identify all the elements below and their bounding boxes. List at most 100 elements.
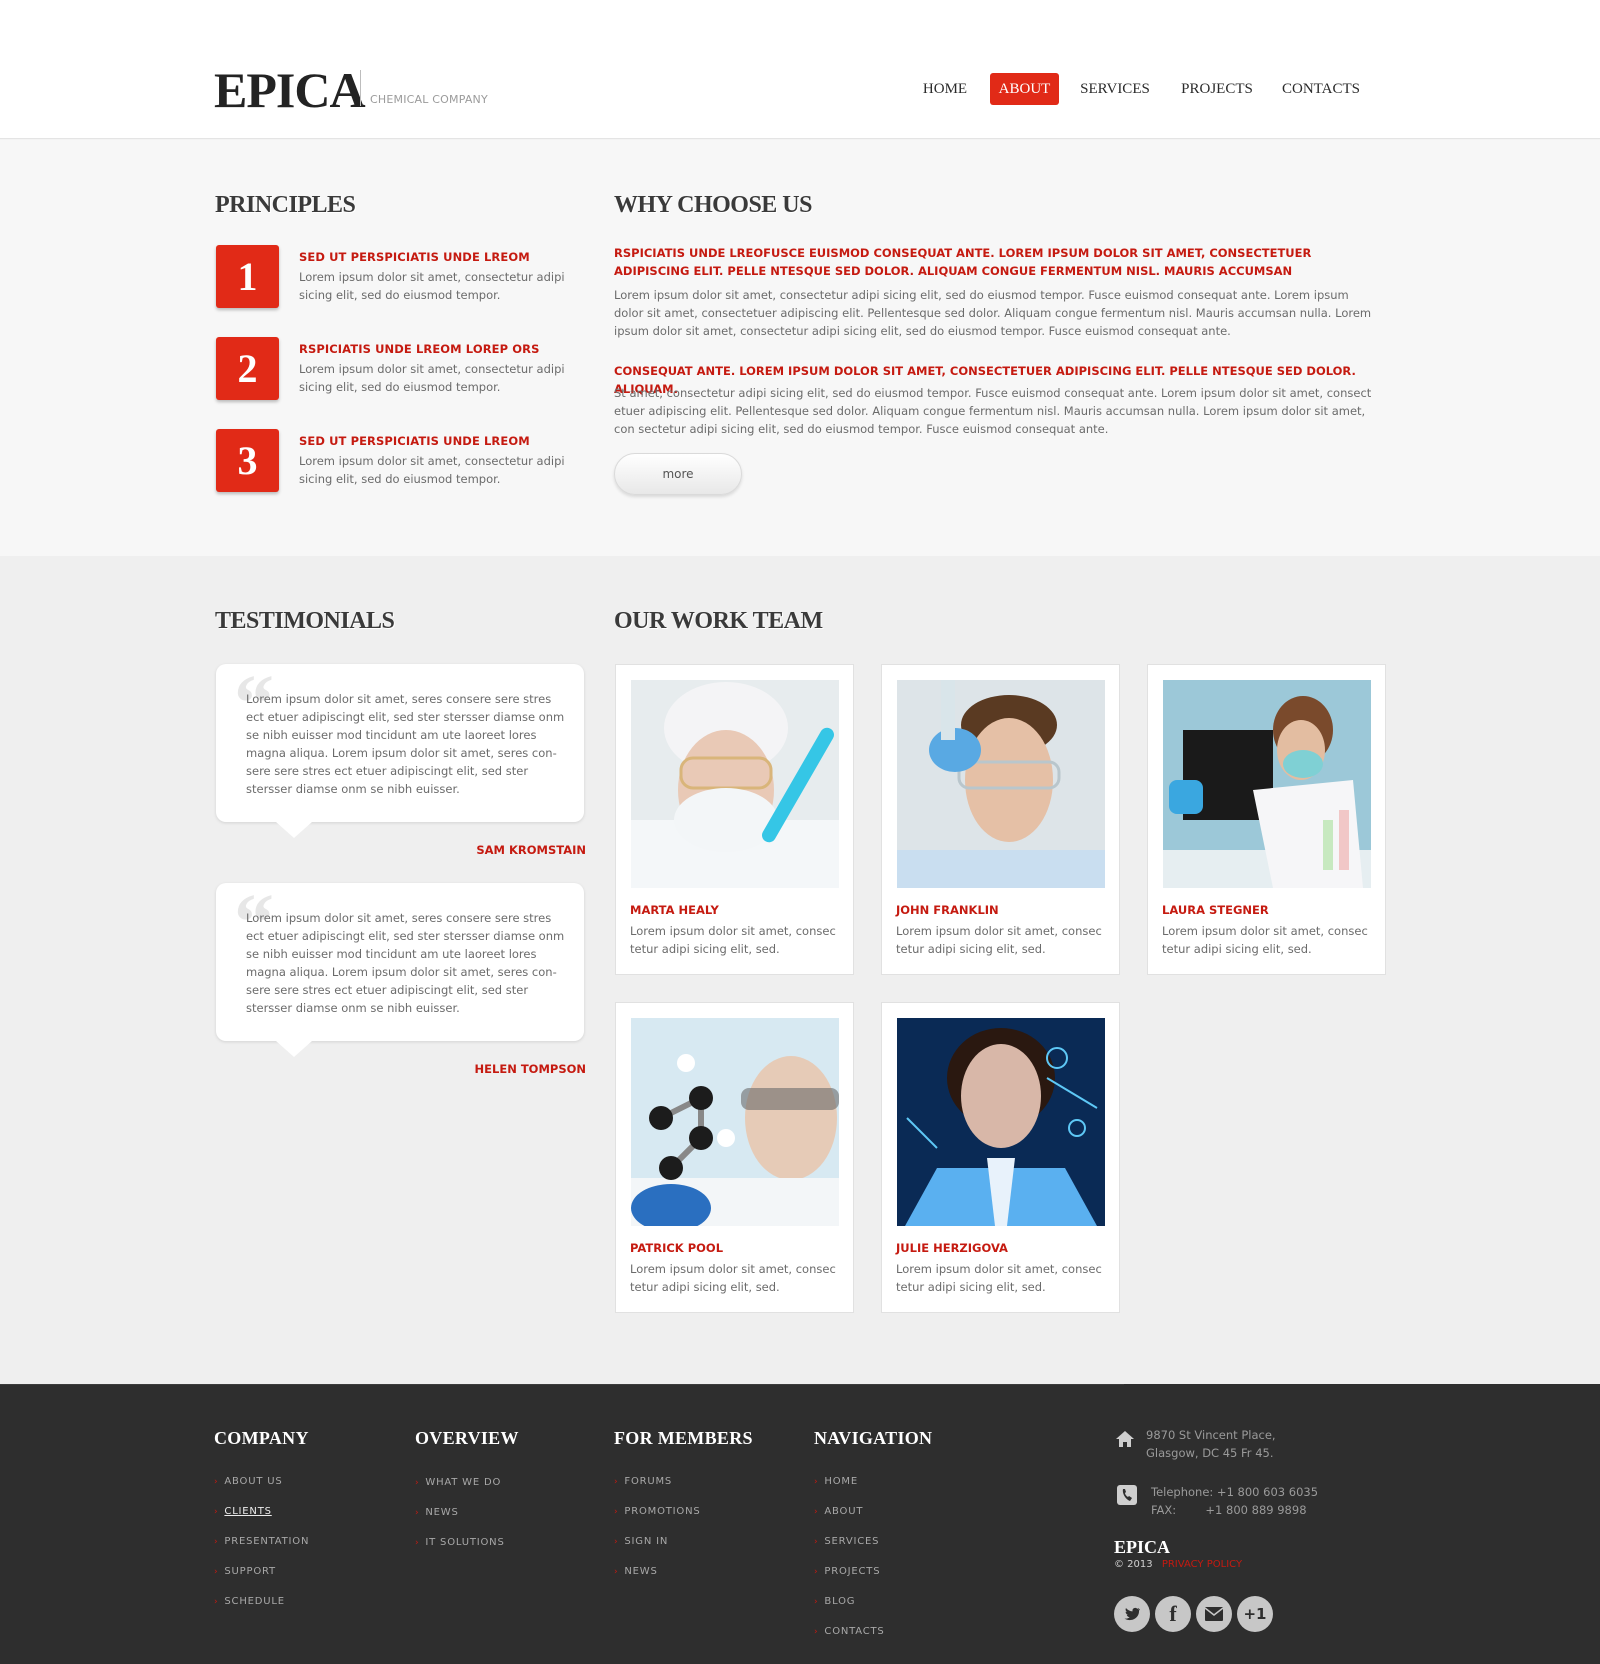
bubble-tail [276,1041,312,1057]
work-team-heading: OUR WORK TEAM [614,608,823,634]
chevron-right-icon: › [214,1567,219,1577]
team-card: JOHN FRANKLIN Lorem ipsum dolor sit amet… [881,664,1120,975]
member-text: Lorem ipsum dolor sit amet, consec tetur… [630,924,836,956]
member-name[interactable]: PATRICK POOL [630,1241,723,1255]
nav-about[interactable]: ABOUT [990,73,1059,105]
principle-item: 1 SED UT PERSPICIATIS UNDE LREOM Lorem i… [216,245,576,315]
chevron-right-icon: › [415,1508,420,1518]
footer-overview-heading: OVERVIEW [415,1428,519,1448]
team-photo[interactable] [1163,680,1371,888]
facebook-icon[interactable]: f [1155,1596,1191,1632]
footer-link-members-news[interactable]: › NEWS [614,1566,658,1577]
member-text: Lorem ipsum dolor sit amet, consec tetur… [896,1262,1102,1294]
header: EPICA CHEMICAL COMPANY HOME ABOUT SERVIC… [0,0,1600,139]
why-highlight-1: RSPICIATIS UNDE LREOFUSCE EUISMOD CONSEQ… [614,246,1312,278]
chevron-right-icon: › [614,1567,619,1577]
member-name[interactable]: JOHN FRANKLIN [896,903,999,917]
principles-heading: PRINCIPLES [215,192,356,218]
member-name[interactable]: JULIE HERZIGOVA [896,1241,1008,1255]
main-nav: HOME ABOUT SERVICES PROJECTS CONTACTS [0,73,1600,105]
chevron-right-icon: › [214,1507,219,1517]
footer-members-heading: FOR MEMBERS [614,1428,753,1448]
team-photo[interactable] [631,1018,839,1226]
team-photo[interactable] [897,680,1105,888]
chevron-right-icon: › [814,1507,819,1517]
principle-item: 2 RSPICIATIS UNDE LREOM LOREP ORS Lorem … [216,337,576,407]
privacy-policy-link[interactable]: PRIVACY POLICY [1162,1559,1242,1570]
chevron-right-icon: › [814,1627,819,1637]
home-icon [1116,1431,1134,1447]
footer-link-clients[interactable]: › CLIENTS [214,1506,272,1517]
footer-company-heading: COMPANY [214,1428,309,1448]
footer-link-promotions[interactable]: › PROMOTIONS [614,1506,701,1517]
chevron-right-icon: › [214,1537,219,1547]
principle-title[interactable]: SED UT PERSPICIATIS UNDE LREOM [299,250,530,264]
copyright: © 2013 PRIVACY POLICY [1114,1559,1242,1570]
principle-title[interactable]: RSPICIATIS UNDE LREOM LOREP ORS [299,342,539,356]
footer-link-blog[interactable]: › BLOG [814,1596,855,1607]
footer-link-services[interactable]: › SERVICES [814,1536,879,1547]
principle-text: Lorem ipsum dolor sit amet, consectetur … [299,362,565,394]
footer-navigation-heading: NAVIGATION [814,1428,933,1448]
footer-link-it-solutions[interactable]: › IT SOLUTIONS [415,1537,505,1548]
footer-link-contacts[interactable]: › CONTACTS [814,1626,885,1637]
team-photo[interactable] [631,680,839,888]
copyright-text: © 2013 [1114,1559,1153,1570]
member-name[interactable]: MARTA HEALY [630,903,719,917]
fax: FAX: +1 800 889 9898 [1151,1503,1307,1517]
chevron-right-icon: › [814,1537,819,1547]
principle-title[interactable]: SED UT PERSPICIATIS UNDE LREOM [299,434,530,448]
number-badge: 2 [216,337,279,400]
mail-icon[interactable] [1196,1596,1232,1632]
principles-section: PRINCIPLES 1 SED UT PERSPICIATIS UNDE LR… [0,140,1600,556]
footer-link-what-we-do[interactable]: › WHAT WE DO [415,1477,501,1488]
number-badge: 1 [216,245,279,308]
testimonial-bubble: “ Lorem ipsum dolor sit amet, seres cons… [216,883,584,1057]
footer-link-about[interactable]: › ABOUT [814,1506,863,1517]
member-text: Lorem ipsum dolor sit amet, consec tetur… [896,924,1102,956]
testimonial-bubble: “ Lorem ipsum dolor sit amet, seres cons… [216,664,584,838]
phone-icon [1117,1485,1137,1505]
nav-services[interactable]: SERVICES [1076,73,1154,105]
more-button[interactable]: more [614,453,742,495]
team-section: TESTIMONIALS “ Lorem ipsum dolor sit ame… [0,556,1600,1384]
footer-link-about-us[interactable]: › ABOUT US [214,1476,282,1487]
footer-link-sign-in[interactable]: › SIGN IN [614,1536,668,1547]
footer-link-forums[interactable]: › FORUMS [614,1476,672,1487]
footer-logo[interactable]: EPICA [1114,1537,1170,1558]
member-text: Lorem ipsum dolor sit amet, consec tetur… [1162,924,1368,956]
footer: COMPANY › ABOUT US › CLIENTS › PRESENTATION… [0,1384,1600,1664]
testimonial-text: Lorem ipsum dolor sit amet, seres conser… [246,692,565,796]
nav-contacts[interactable]: CONTACTS [1280,73,1362,105]
testimonial-author[interactable]: SAM KROMSTAIN [286,843,586,857]
team-card: PATRICK POOL Lorem ipsum dolor sit amet,… [615,1002,854,1313]
team-card: MARTA HEALY Lorem ipsum dolor sit amet, … [615,664,854,975]
nav-projects[interactable]: PROJECTS [1178,73,1256,105]
chevron-right-icon: › [214,1597,219,1607]
chevron-right-icon: › [415,1478,420,1488]
testimonial-author[interactable]: HELEN TOMPSON [286,1062,586,1076]
google-plus-icon[interactable]: +1 [1237,1596,1273,1632]
twitter-icon[interactable] [1114,1596,1150,1632]
team-card: JULIE HERZIGOVA Lorem ipsum dolor sit am… [881,1002,1120,1313]
footer-link-home[interactable]: › HOME [814,1476,858,1487]
chevron-right-icon: › [614,1507,619,1517]
principle-text: Lorem ipsum dolor sit amet, consectetur … [299,270,565,302]
member-name[interactable]: LAURA STEGNER [1162,903,1269,917]
footer-link-presentation[interactable]: › PRESENTATION [214,1536,309,1547]
chevron-right-icon: › [415,1538,420,1548]
footer-link-news[interactable]: › NEWS [415,1507,459,1518]
nav-home[interactable]: HOME [916,73,974,105]
footer-link-schedule[interactable]: › SCHEDULE [214,1596,285,1607]
telephone: Telephone: +1 800 603 6035 [1151,1485,1319,1499]
chevron-right-icon: › [614,1537,619,1547]
footer-link-projects[interactable]: › PROJECTS [814,1566,880,1577]
why-paragraph-1: Lorem ipsum dolor sit amet, consectetur … [614,288,1372,338]
footer-divider [0,1384,1124,1385]
footer-link-support[interactable]: › SUPPORT [214,1566,276,1577]
team-photo[interactable] [897,1018,1105,1226]
team-card: LAURA STEGNER Lorem ipsum dolor sit amet… [1147,664,1386,975]
chevron-right-icon: › [814,1477,819,1487]
address-line-2: Glasgow, DC 45 Fr 45. [1146,1446,1274,1460]
principle-item: 3 SED UT PERSPICIATIS UNDE LREOM Lorem i… [216,429,576,499]
